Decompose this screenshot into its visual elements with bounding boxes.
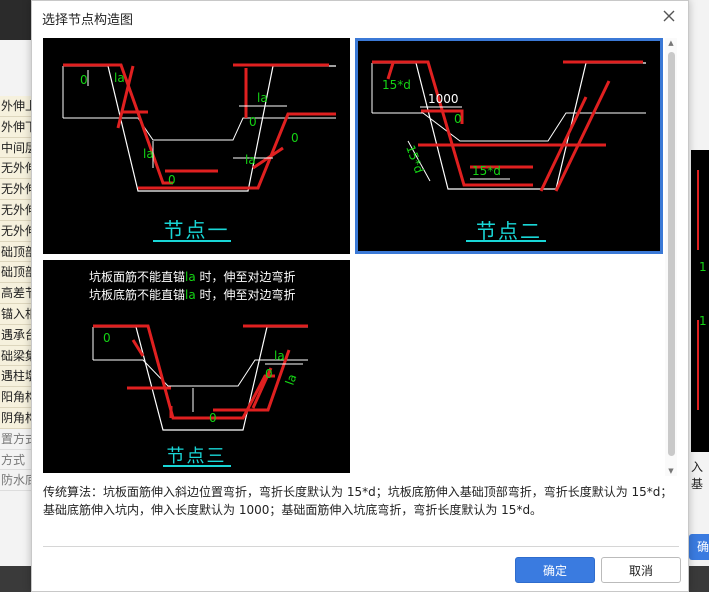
node-3-dim-label: 0 [209, 411, 217, 425]
scroll-down-icon[interactable]: ▼ [665, 466, 677, 476]
node-1-dim-label: la [143, 147, 154, 161]
node-3-dim-label: 0 [265, 367, 273, 381]
node-1-dim-label: 0 [291, 131, 299, 145]
node-1-label: 节点一 [163, 218, 230, 242]
cancel-button[interactable]: 取消 [601, 557, 681, 583]
background-cad-view: 1 1 [691, 150, 709, 452]
background-text: 入基 [691, 460, 704, 491]
node-1-dim-label: la [245, 153, 256, 167]
background-cad-label: 1 [699, 314, 707, 328]
node-2-dim-label: 15*d [403, 143, 426, 175]
background-right-panel: 1 1 入基 确 [689, 0, 709, 592]
node-1-dim-label: 0 [80, 73, 88, 87]
node-1-underline [153, 240, 231, 242]
node-option-2[interactable]: 15*d 1000 15*d 15*d 0 节点二 [355, 38, 663, 254]
footer-divider [43, 546, 679, 547]
node-option-3[interactable]: 坑板面筋不能直锚la 时，伸至对边弯折 坑板底筋不能直锚la 时，伸至对边弯折 … [43, 260, 350, 473]
node-3-dim-label: 0 [103, 331, 111, 345]
node-2-dim-label: 15*d [472, 164, 501, 178]
node-3-dim-label: la [274, 349, 285, 363]
algorithm-description: 传统算法：坑板面筋伸入斜边位置弯折，弯折长度默认为 15*d；坑板底筋伸入基础顶… [43, 485, 673, 517]
close-icon[interactable] [658, 5, 680, 27]
node-option-1[interactable]: la la la la 0 0 0 0 节点一 [43, 38, 350, 254]
dialog-title: 选择节点构造图 [42, 13, 134, 28]
node-picker-dialog: 选择节点构造图 la la la la 0 0 0 0 节点一 15*d 100… [31, 0, 689, 592]
node-3-underline [163, 465, 231, 467]
node-2-dim-label: 15*d [382, 78, 411, 92]
node-2-dim-label: 0 [454, 112, 462, 126]
node-2-underline [466, 240, 546, 242]
node-1-dim-label: 0 [249, 115, 257, 129]
node-1-dim-label: 0 [168, 173, 176, 187]
vertical-scrollbar[interactable]: ▲ ▼ [665, 38, 677, 476]
node-1-dim-label: la [257, 91, 268, 105]
scrollbar-thumb[interactable] [668, 52, 675, 456]
node-3-dim-label: la [283, 372, 300, 387]
background-button[interactable]: 确 [689, 534, 709, 560]
background-cad-label: 1 [699, 260, 707, 274]
background-statusbar [689, 566, 709, 592]
node-1-dim-label: la [114, 71, 125, 85]
node-2-dim-label: 1000 [428, 92, 459, 106]
ok-button[interactable]: 确定 [515, 557, 595, 583]
scroll-up-icon[interactable]: ▲ [665, 38, 677, 48]
